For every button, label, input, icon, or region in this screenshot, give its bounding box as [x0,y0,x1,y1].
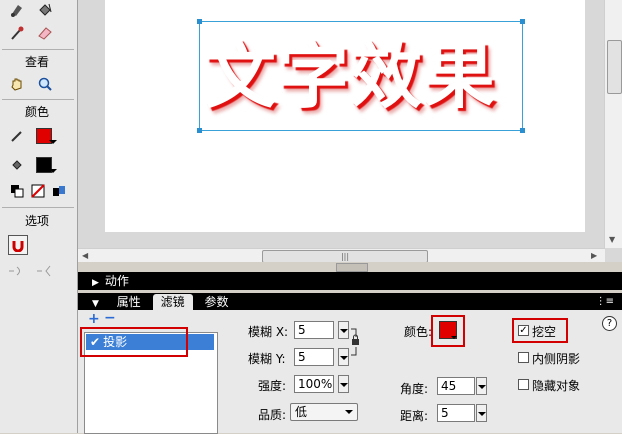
plus-icon[interactable]: + [88,312,100,326]
help-icon[interactable]: ? [602,316,617,331]
tools-panel: 查看 颜色 选项 [0,0,78,433]
pencil-stroke-icon [8,127,26,145]
effect-text: 文字效果 [204,34,497,118]
quality-label: 品质: [258,408,287,422]
fill-bucket-icon [8,156,26,174]
distance-input[interactable]: 5 [437,404,475,422]
minus-icon[interactable]: − [104,311,116,325]
highlight-frame [512,318,568,343]
color-label: 颜色: [404,325,433,339]
resize-handle[interactable] [197,19,202,24]
strength-input[interactable]: 100% [294,375,334,393]
hide-object-checkbox[interactable] [518,379,529,390]
resize-handle[interactable] [520,19,525,24]
vertical-scroll-thumb[interactable] [607,40,622,94]
view-section-label: 查看 [24,55,49,69]
quality-select[interactable]: 低 [290,403,358,421]
paint-bucket-icon[interactable] [36,1,54,19]
no-color-icon[interactable] [29,182,47,200]
panel-splitter[interactable] [78,262,622,272]
inner-shadow-checkbox[interactable] [518,352,529,363]
actions-panel-title: 动作 [104,274,129,288]
eyedropper-icon[interactable] [8,24,26,42]
colors-section-label: 颜色 [24,105,49,119]
hide-object-label: 隐藏对象 [532,379,581,393]
distance-label: 距离: [400,409,429,423]
blur-x-slider-button[interactable] [338,321,349,339]
blur-x-input[interactable]: 5 [294,321,334,339]
eraser-icon[interactable] [36,24,54,42]
stage-area: 文字效果 ▼ ◀ ||| ▶ [78,0,622,263]
vertical-scrollbar[interactable]: ▼ [604,0,622,248]
straighten-icon[interactable] [36,262,54,280]
scroll-down-icon[interactable]: ▼ [609,235,615,244]
angle-label: 角度: [400,382,429,396]
tab-parameters[interactable]: 参数 [196,294,236,310]
default-colors-icon[interactable] [8,182,26,200]
options-section-label: 选项 [24,214,49,228]
distance-slider-button[interactable] [476,404,487,422]
swap-colors-icon[interactable] [50,182,68,200]
highlight-frame [431,315,465,347]
divider [2,49,74,50]
inner-shadow-label: 内侧阴影 [532,352,581,366]
divider [2,207,74,208]
snap-magnet-icon[interactable] [8,235,28,255]
blur-y-slider-button[interactable] [338,348,349,366]
strength-label: 强度: [258,379,287,393]
ink-bottle-icon[interactable] [8,1,26,19]
stroke-color-swatch[interactable] [36,128,57,144]
smooth-icon[interactable] [8,262,26,280]
tab-filters[interactable]: 滤镜 [152,294,193,310]
filter-panel: + − ✔ 投影 模糊 X: 5 模糊 Y: 5 强度: 100% 品质: 低 颜… [78,310,622,434]
angle-dial-button[interactable] [476,377,487,395]
tab-properties[interactable]: 属性 [109,294,149,310]
panel-menu-icon[interactable]: ⋮≡ [596,293,614,310]
blur-x-label: 模糊 X: [248,325,289,339]
blur-y-input[interactable]: 5 [294,348,334,366]
fill-color-swatch[interactable] [36,157,57,173]
highlight-frame [80,327,188,357]
hand-tool-icon[interactable] [8,75,26,93]
actions-panel-header[interactable]: ▶ 动作 [78,272,622,290]
properties-panel-header: ▼ 属性 滤镜 参数 ⋮≡ [78,293,622,310]
resize-handle[interactable] [197,128,202,133]
stage-canvas[interactable]: 文字效果 [105,0,585,232]
divider [2,99,74,100]
zoom-tool-icon[interactable] [36,75,54,93]
collapse-grip-icon[interactable] [336,263,368,272]
resize-handle[interactable] [520,128,525,133]
scroll-left-icon[interactable]: ◀ [82,251,88,260]
horizontal-scrollbar[interactable]: ◀ ||| ▶ [78,248,605,263]
selected-text-field[interactable]: 文字效果 [197,19,525,133]
blur-y-label: 模糊 Y: [248,352,286,366]
angle-input[interactable]: 45 [437,377,475,395]
scroll-right-icon[interactable]: ▶ [591,251,597,260]
lock-icon[interactable] [350,327,362,357]
strength-slider-button[interactable] [338,375,349,393]
